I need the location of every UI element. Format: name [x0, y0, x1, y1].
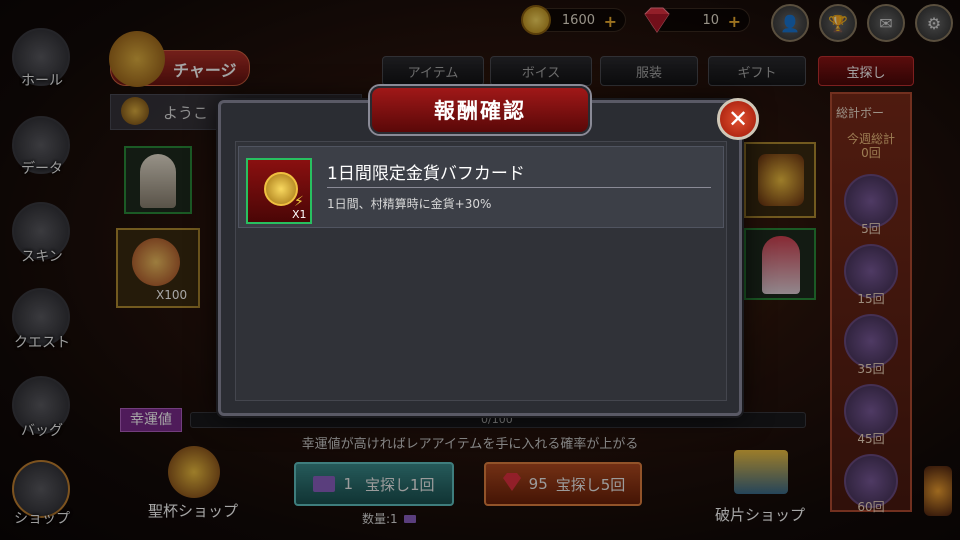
dialog-title-text: 報酬確認 — [434, 99, 526, 123]
dialog-title: 報酬確認 — [370, 86, 590, 134]
reward-qty: X1 — [292, 208, 307, 221]
reward-item-row: ⚡ X1 1日間限定金貨バフカード 1日間、村精算時に金貨+30% — [238, 146, 724, 228]
close-icon: ✕ — [727, 105, 749, 133]
reward-item-name: 1日間限定金貨バフカード — [327, 164, 525, 184]
reward-item-icon: ⚡ X1 — [246, 158, 312, 224]
reward-divider — [327, 187, 711, 188]
reward-item-desc: 1日間、村精算時に金貨+30% — [327, 197, 492, 211]
close-button[interactable]: ✕ — [717, 98, 759, 140]
gold-coin-icon — [264, 172, 298, 206]
